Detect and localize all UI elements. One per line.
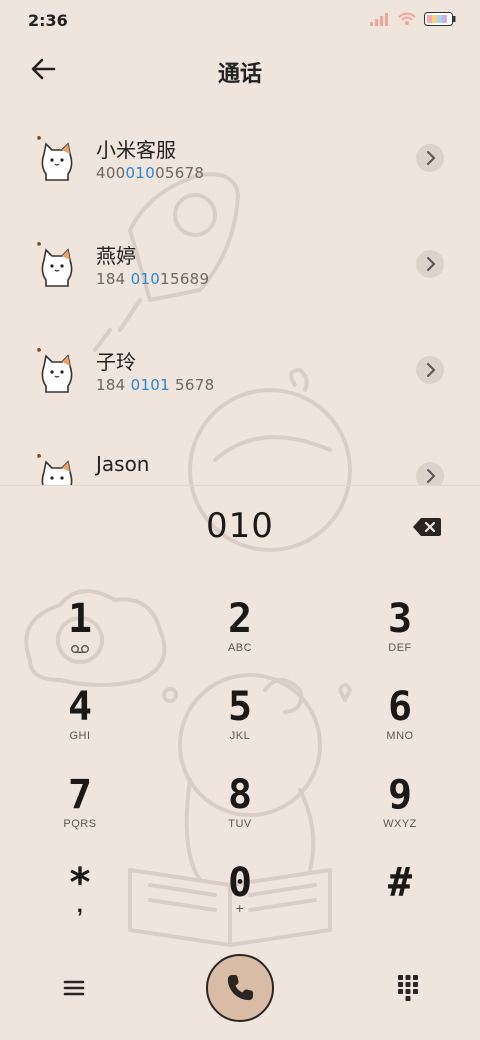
- number-match-highlight: 010: [130, 270, 161, 288]
- contact-list: 小米客服 40001005678 燕婷 184 01015689 子玲 184 …: [0, 110, 480, 485]
- key-letters: PQRS: [63, 818, 97, 830]
- key-6[interactable]: 6 MNO: [340, 684, 460, 768]
- key-digit: 1: [67, 596, 93, 642]
- key-letters: WXYZ: [383, 818, 417, 830]
- contact-name: 小米客服: [96, 138, 176, 162]
- divider: [0, 485, 480, 486]
- chevron-right-icon: [427, 469, 436, 483]
- backspace-button[interactable]: [412, 516, 442, 538]
- cat-avatar-icon: [37, 242, 73, 287]
- key-7[interactable]: 7 PQRS: [20, 772, 140, 856]
- key-2[interactable]: 2 ABC: [180, 596, 300, 680]
- keypad-toggle-button[interactable]: [394, 972, 422, 1002]
- call-button[interactable]: [206, 954, 274, 1022]
- key-digit: 8: [227, 772, 253, 818]
- contact-number: 184 0101 5678: [96, 376, 215, 394]
- contact-row[interactable]: Jason: [0, 428, 480, 485]
- contact-row[interactable]: 燕婷 184 01015689: [0, 216, 480, 322]
- key-digit: 9: [387, 772, 413, 818]
- page-title: 通话: [217, 62, 262, 87]
- key-digit: 3: [387, 596, 413, 642]
- key-letters: +: [235, 900, 245, 916]
- voicemail-icon: [71, 645, 89, 653]
- dialed-number: 010: [206, 506, 274, 546]
- key-digit: 2: [227, 596, 253, 642]
- key-9[interactable]: 9 WXYZ: [340, 772, 460, 856]
- key-letters: TUV: [228, 818, 252, 830]
- contact-details-button[interactable]: [416, 250, 444, 278]
- key-star[interactable]: * ,: [20, 860, 140, 944]
- dial-number-display: 010: [0, 504, 480, 552]
- status-bar: 2:36: [0, 0, 480, 40]
- contact-number: 40001005678: [96, 164, 205, 182]
- key-digit: 5: [227, 684, 253, 730]
- key-0[interactable]: 0 +: [180, 860, 300, 944]
- status-time: 2:36: [28, 11, 68, 30]
- contact-details-button[interactable]: [416, 144, 444, 172]
- menu-button[interactable]: [60, 974, 88, 1002]
- battery-icon: [424, 12, 456, 26]
- key-letters: MNO: [386, 730, 414, 742]
- key-hash[interactable]: #: [340, 860, 460, 944]
- key-digit: #: [387, 860, 413, 906]
- wifi-icon: [398, 12, 416, 25]
- keypad-icon: [398, 975, 418, 1001]
- status-icons: [370, 12, 456, 26]
- key-4[interactable]: 4 GHI: [20, 684, 140, 768]
- phone-icon: [227, 975, 253, 1001]
- key-digit: 6: [387, 684, 413, 730]
- chevron-right-icon: [427, 257, 436, 271]
- bottom-action-bar: [0, 950, 480, 1030]
- key-1[interactable]: 1: [20, 596, 140, 680]
- backspace-icon: [413, 518, 441, 536]
- key-digit: 7: [67, 772, 93, 818]
- contact-number: 184 01015689: [96, 270, 210, 288]
- contact-details-button[interactable]: [416, 462, 444, 485]
- number-match-highlight: 0101: [130, 376, 170, 394]
- key-digit: 4: [67, 684, 93, 730]
- contact-row[interactable]: 小米客服 40001005678: [0, 110, 480, 216]
- cat-avatar-icon: [37, 348, 73, 393]
- key-3[interactable]: 3 DEF: [340, 596, 460, 680]
- key-letters: ABC: [227, 642, 253, 654]
- contact-name: 子玲: [96, 350, 136, 374]
- header: 通话: [0, 44, 480, 96]
- chevron-right-icon: [427, 151, 436, 165]
- number-match-highlight: 010: [125, 164, 156, 182]
- cat-avatar-icon: [37, 136, 73, 181]
- contact-name: 燕婷: [96, 244, 136, 268]
- key-8[interactable]: 8 TUV: [180, 772, 300, 856]
- signal-icon: [370, 13, 388, 26]
- contact-row[interactable]: 子玲 184 0101 5678: [0, 322, 480, 428]
- cat-avatar-icon: [37, 454, 73, 485]
- menu-icon: [63, 980, 85, 996]
- contact-details-button[interactable]: [416, 356, 444, 384]
- contact-name: Jason: [96, 452, 150, 476]
- key-letters: GHI: [69, 730, 91, 742]
- chevron-right-icon: [427, 363, 436, 377]
- key-letters: DEF: [388, 642, 412, 654]
- key-5[interactable]: 5 JKL: [180, 684, 300, 768]
- key-letters: ,: [76, 892, 84, 917]
- key-letters: JKL: [229, 730, 251, 742]
